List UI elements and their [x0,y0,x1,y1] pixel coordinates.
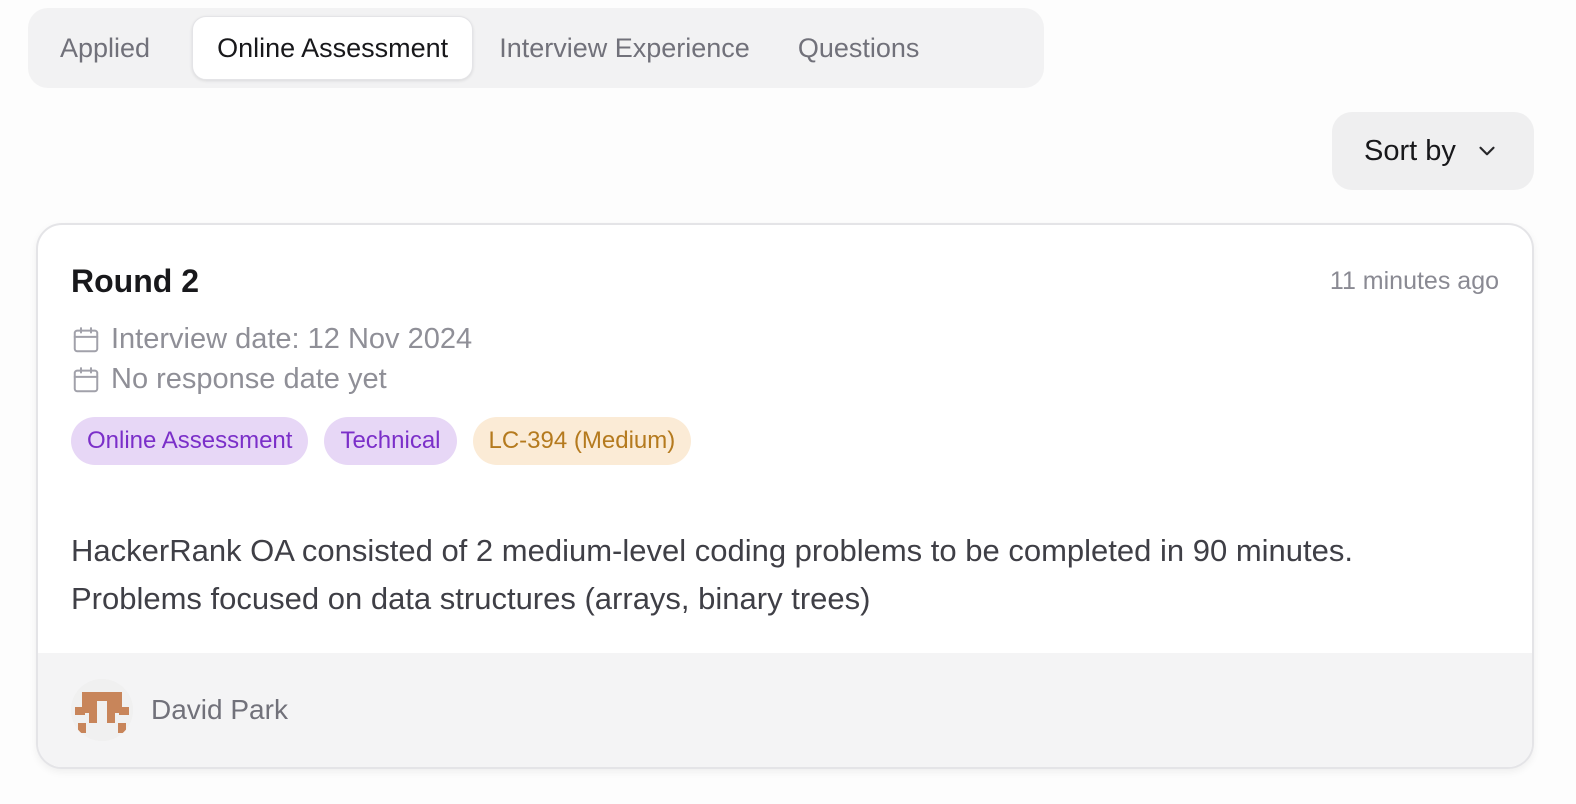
chevron-down-icon [1479,146,1495,156]
tag-leetcode-problem: LC-394 (Medium) [472,417,692,465]
response-date-text: No response date yet [111,363,387,395]
interview-date-row: Interview date: 12 Nov 2024 [71,323,472,356]
tag-list: Online Assessment Technical LC-394 (Medi… [71,417,692,465]
author-name[interactable]: David Park [151,694,288,726]
response-date-row: No response date yet [71,363,387,396]
experience-card[interactable]: Round 2 11 minutes ago Interview date: 1… [36,223,1534,769]
experience-description: HackerRank OA consisted of 2 medium-leve… [71,527,1501,623]
description-line: HackerRank OA consisted of 2 medium-leve… [71,533,1353,568]
tab-questions[interactable]: Questions [774,16,944,80]
tag-technical: Technical [324,417,457,465]
card-footer: David Park [38,653,1532,767]
calendar-icon [73,326,99,352]
sort-by-button[interactable]: Sort by [1332,112,1534,190]
tab-interview-experience[interactable]: Interview Experience [475,16,774,80]
avatar[interactable] [71,679,133,741]
tab-online-assessment[interactable]: Online Assessment [192,16,474,80]
sort-by-label: Sort by [1364,134,1456,167]
identicon-avatar [71,679,133,741]
calendar-icon [73,366,99,392]
interview-date-text: Interview date: 12 Nov 2024 [111,323,473,355]
description-line: Problems focused on data structures (arr… [71,581,871,616]
tab-applied[interactable]: Applied [36,16,190,80]
tag-online-assessment: Online Assessment [71,417,309,465]
timestamp: 11 minutes ago [1329,267,1499,295]
tab-bar: Applied Online Assessment Interview Expe… [28,8,1044,88]
card-title: Round 2 [71,263,199,299]
